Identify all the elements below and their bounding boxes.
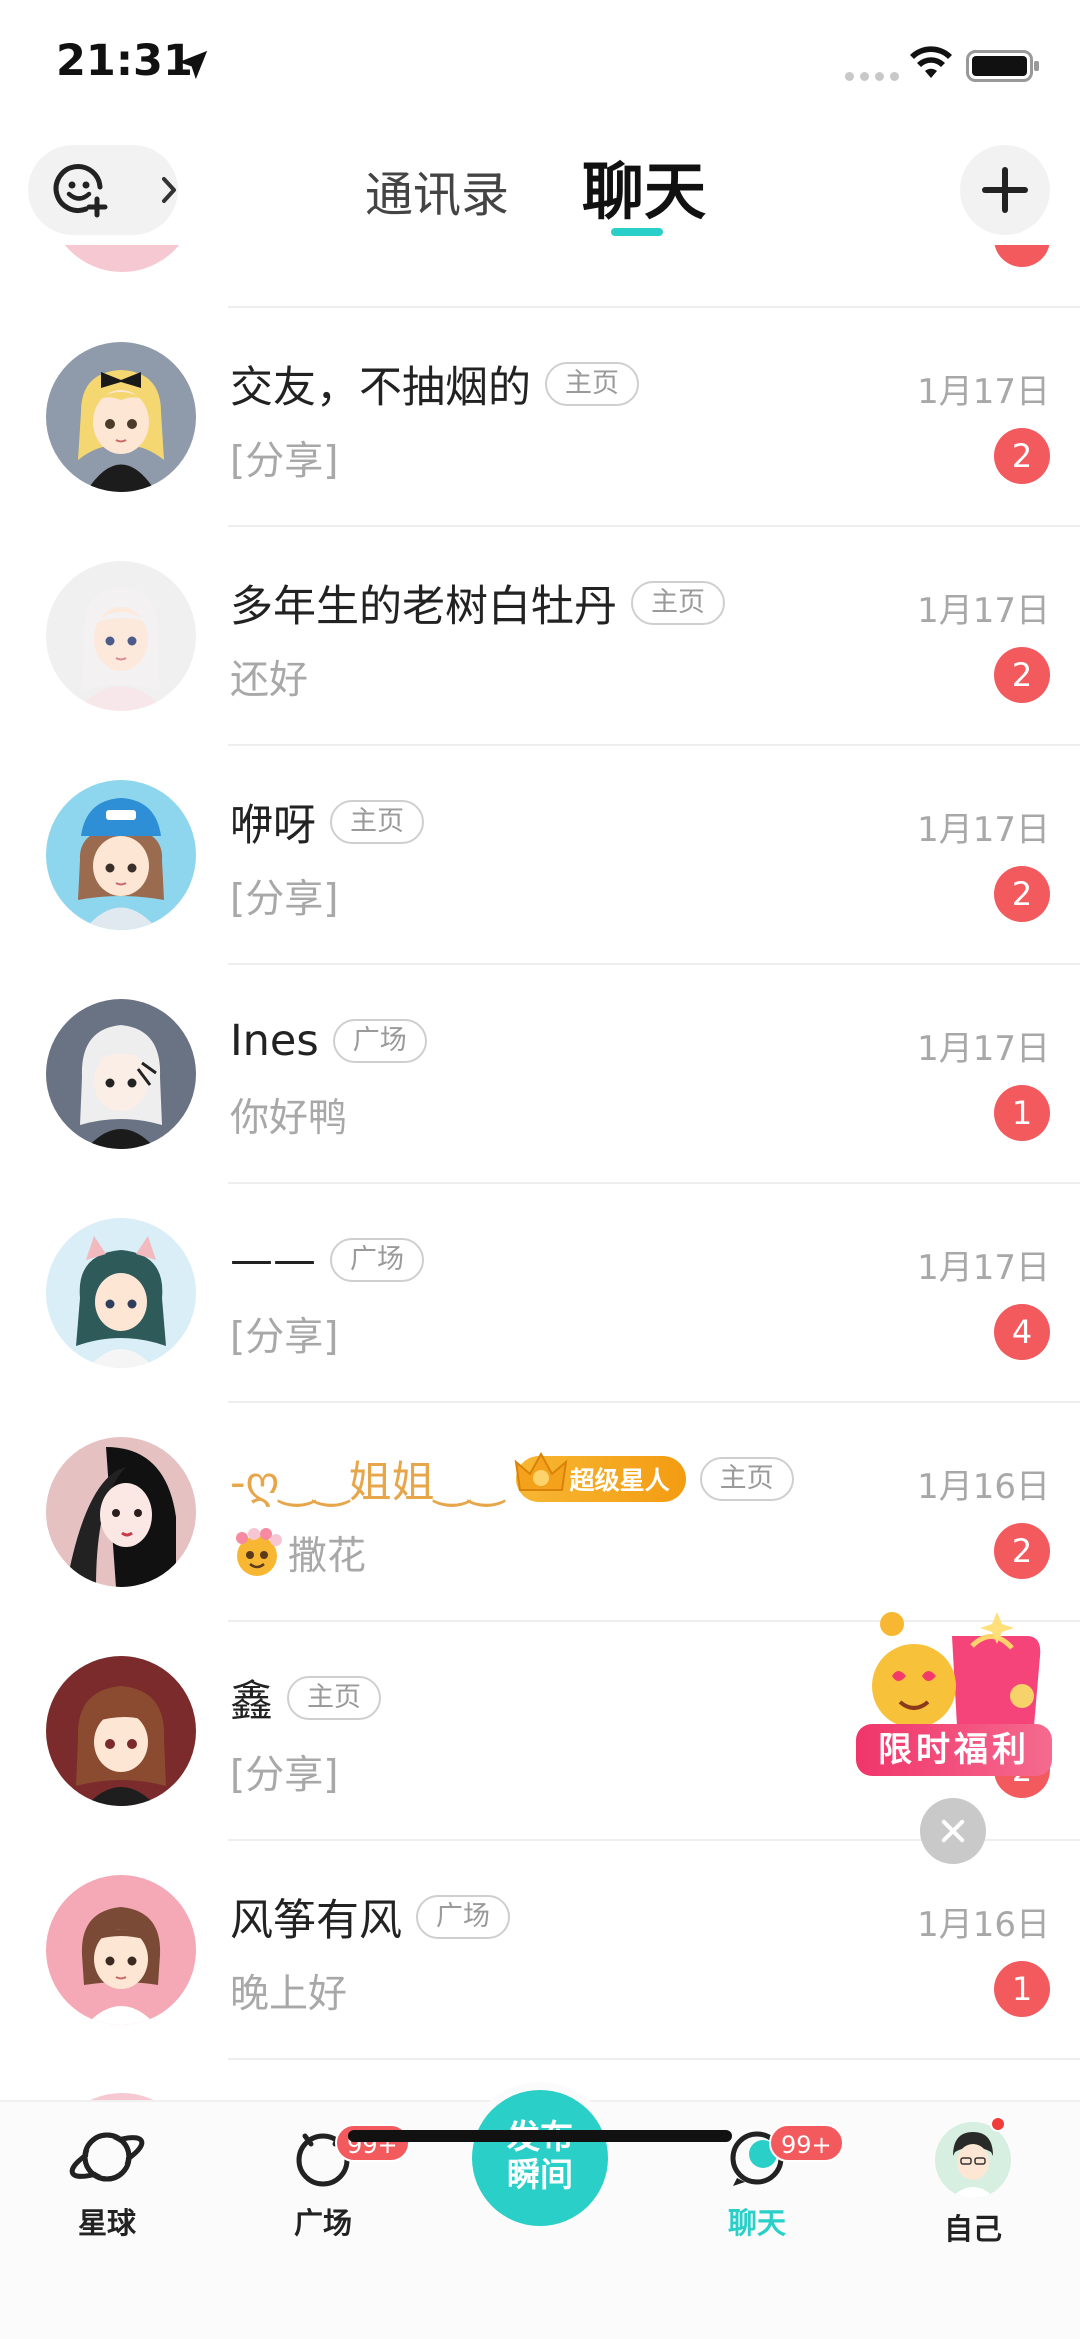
- publish-label-line2: 瞬间: [507, 2155, 573, 2194]
- avatar[interactable]: [46, 1875, 196, 2025]
- unread-badge: 2: [994, 866, 1050, 922]
- publish-moment-button[interactable]: 发布 瞬间: [472, 2090, 608, 2226]
- limited-welfare-promo[interactable]: 限时福利: [852, 1606, 1052, 1784]
- message-preview: 还好: [230, 658, 309, 703]
- tab-self-label: 自己: [943, 2212, 1002, 2246]
- chat-row[interactable]: 咿呀 主页 1月17日 [分享] 2: [0, 746, 1080, 965]
- divider: [228, 2058, 1080, 2060]
- message-preview-text: 撒花: [288, 1534, 367, 1579]
- contact-name: 多年生的老树白牡丹: [230, 582, 617, 632]
- avatar[interactable]: [46, 1218, 196, 1368]
- source-tag[interactable]: 主页: [699, 1457, 794, 1501]
- message-date: 1月17日: [917, 1029, 1050, 1069]
- source-tag[interactable]: 主页: [330, 800, 424, 844]
- avatar[interactable]: [46, 561, 196, 711]
- message-preview: 你好鸭: [230, 1096, 348, 1141]
- cellular-signal-icon: [845, 72, 899, 81]
- chat-row[interactable]: Ines 广场 1月17日 你好鸭 1: [0, 965, 1080, 1184]
- tab-self[interactable]: 自己: [893, 2122, 1053, 2252]
- message-preview: [分享]: [230, 1315, 339, 1360]
- contact-name: 风筝有风: [230, 1896, 402, 1946]
- chat-badge: 99+: [769, 2124, 844, 2162]
- top-header: 通讯录 聊天: [0, 135, 1080, 245]
- avatar[interactable]: [46, 1437, 196, 1587]
- message-preview: 晚上好: [230, 1972, 348, 2017]
- message-date: 1月16日: [917, 1905, 1050, 1945]
- contact-name: 交友，不抽烟的: [230, 363, 531, 413]
- status-time: 21:31: [56, 36, 193, 86]
- message-date: 1月17日: [917, 810, 1050, 850]
- source-tag[interactable]: 主页: [287, 1676, 381, 1720]
- source-tag[interactable]: 主页: [545, 362, 639, 406]
- smile-add-icon: [53, 164, 108, 218]
- message-date: 1月17日: [917, 591, 1050, 631]
- contact-name: ——: [230, 1235, 316, 1285]
- source-tag[interactable]: 广场: [332, 1019, 427, 1063]
- tab-chat-label: 聊天: [727, 2206, 786, 2240]
- unread-badge: 2: [994, 428, 1050, 484]
- message-date: 1月17日: [917, 1248, 1050, 1288]
- partial-unread-badge: [994, 245, 1050, 267]
- super-star-badge[interactable]: 超级星人: [514, 1451, 686, 1502]
- battery-icon: [966, 50, 1039, 82]
- promo-label: 限时福利: [856, 1724, 1052, 1776]
- crown-icon: [514, 1451, 567, 1491]
- contact-name: 鑫: [230, 1677, 273, 1727]
- active-tab-indicator: [611, 228, 663, 236]
- chat-list: 交友，不抽烟的 主页 1月17日 [分享] 2 多年生的老树白牡丹 主页 1月1…: [0, 308, 1080, 2060]
- contact-name: Ines: [230, 1016, 319, 1066]
- planet-icon: [69, 2132, 145, 2182]
- tab-square-label: 广场: [293, 2206, 352, 2240]
- message-preview: [分享]: [230, 439, 339, 484]
- message-preview: [分享]: [230, 877, 339, 922]
- unread-badge: 2: [994, 1523, 1050, 1579]
- self-avatar: [935, 2122, 1011, 2198]
- super-star-label: 超级星人: [569, 1466, 670, 1495]
- avatar[interactable]: [46, 1656, 196, 1806]
- tab-chat[interactable]: 聊天: [582, 141, 706, 231]
- contact-name: 咿呀: [230, 801, 316, 851]
- unread-badge: 2: [994, 647, 1050, 703]
- status-bar: 21:31: [0, 0, 1080, 135]
- unread-badge: 1: [994, 1961, 1050, 2017]
- chat-row[interactable]: —— 广场 1月17日 [分享] 4: [0, 1184, 1080, 1403]
- chat-row[interactable]: 交友，不抽烟的 主页 1月17日 [分享] 2: [0, 308, 1080, 527]
- unread-badge: 4: [994, 1304, 1050, 1360]
- unread-badge: 1: [994, 1085, 1050, 1141]
- tab-contacts[interactable]: 通讯录: [365, 155, 509, 225]
- tab-planet-label: 星球: [77, 2206, 136, 2240]
- chat-row[interactable]: -ღ‿‿姐姐‿‿ 超级星人 主页 1月16日 撒花 2: [0, 1403, 1080, 1622]
- home-indicator: [348, 2130, 732, 2142]
- chat-row[interactable]: 风筝有风 广场 1月16日 晚上好 1: [0, 1841, 1080, 2060]
- tab-planet[interactable]: 星球: [27, 2122, 187, 2252]
- match-friends-button[interactable]: [28, 145, 178, 235]
- wifi-icon: [910, 46, 952, 78]
- avatar[interactable]: [46, 780, 196, 930]
- contact-name: -ღ‿‿姐姐‿‿: [230, 1458, 504, 1508]
- promo-close-button[interactable]: [920, 1798, 986, 1864]
- location-arrow-icon: [178, 50, 208, 80]
- chat-row[interactable]: 多年生的老树白牡丹 主页 1月17日 还好 2: [0, 527, 1080, 746]
- message-date: 1月16日: [917, 1467, 1050, 1507]
- chevron-right-icon: [162, 177, 176, 203]
- message-preview: 撒花: [230, 1525, 366, 1581]
- avatar[interactable]: [46, 342, 196, 492]
- source-tag[interactable]: 广场: [416, 1895, 510, 1939]
- add-button[interactable]: [960, 145, 1050, 235]
- message-preview: [分享]: [230, 1753, 339, 1798]
- notification-dot: [990, 2116, 1006, 2132]
- avatar[interactable]: [46, 999, 196, 1149]
- source-tag[interactable]: 主页: [631, 581, 725, 625]
- message-date: 1月17日: [917, 372, 1050, 412]
- flower-face-emoji-icon: [236, 1528, 282, 1576]
- source-tag[interactable]: 广场: [330, 1238, 424, 1282]
